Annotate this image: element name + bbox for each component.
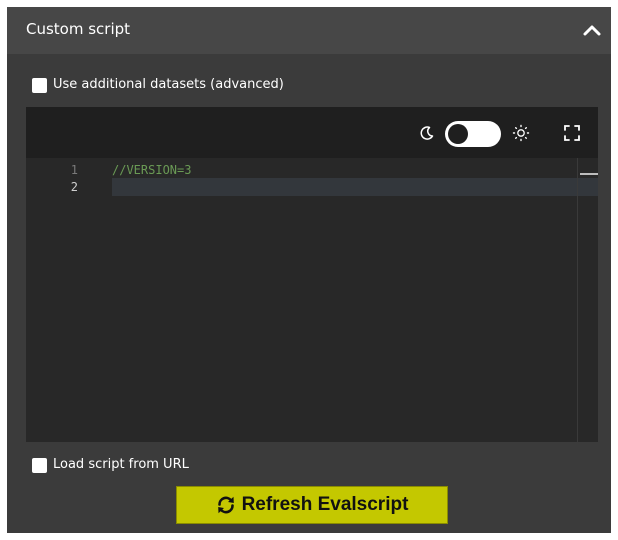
expand-icon[interactable]: [563, 124, 581, 142]
load-script-from-url-option[interactable]: Load script from URL: [32, 457, 189, 473]
panel-header[interactable]: Custom script: [7, 7, 611, 54]
moon-icon: [419, 125, 435, 141]
panel-title: Custom script: [26, 20, 131, 38]
line-number: 2: [70, 180, 78, 194]
editor-scrollbar[interactable]: [577, 158, 598, 442]
scrollbar-thumb[interactable]: [580, 173, 598, 175]
code-area[interactable]: 1 2 //VERSION=3: [26, 158, 598, 442]
toggle-knob: [448, 124, 468, 144]
theme-toggle[interactable]: [445, 121, 501, 147]
custom-script-panel: Custom script Use additional datasets (a…: [7, 7, 611, 533]
refresh-evalscript-button[interactable]: Refresh Evalscript: [176, 486, 448, 524]
load-script-from-url-checkbox[interactable]: [32, 457, 47, 473]
line-number: 1: [70, 163, 78, 177]
use-additional-datasets-option[interactable]: Use additional datasets (advanced): [32, 77, 284, 93]
refresh-icon: [216, 495, 236, 515]
sun-icon: [512, 124, 530, 142]
refresh-evalscript-label: Refresh Evalscript: [241, 494, 409, 515]
use-additional-datasets-checkbox[interactable]: [32, 77, 47, 93]
code-editor[interactable]: 1 2 //VERSION=3: [26, 107, 598, 442]
editor-toolbar: [26, 107, 598, 158]
code-line[interactable]: //VERSION=3: [112, 161, 191, 179]
load-script-from-url-label: Load script from URL: [53, 457, 189, 472]
line-number-gutter: 1 2: [26, 158, 106, 442]
use-additional-datasets-label: Use additional datasets (advanced): [53, 77, 284, 92]
active-line-highlight: [112, 178, 598, 196]
chevron-up-icon[interactable]: [582, 21, 602, 39]
